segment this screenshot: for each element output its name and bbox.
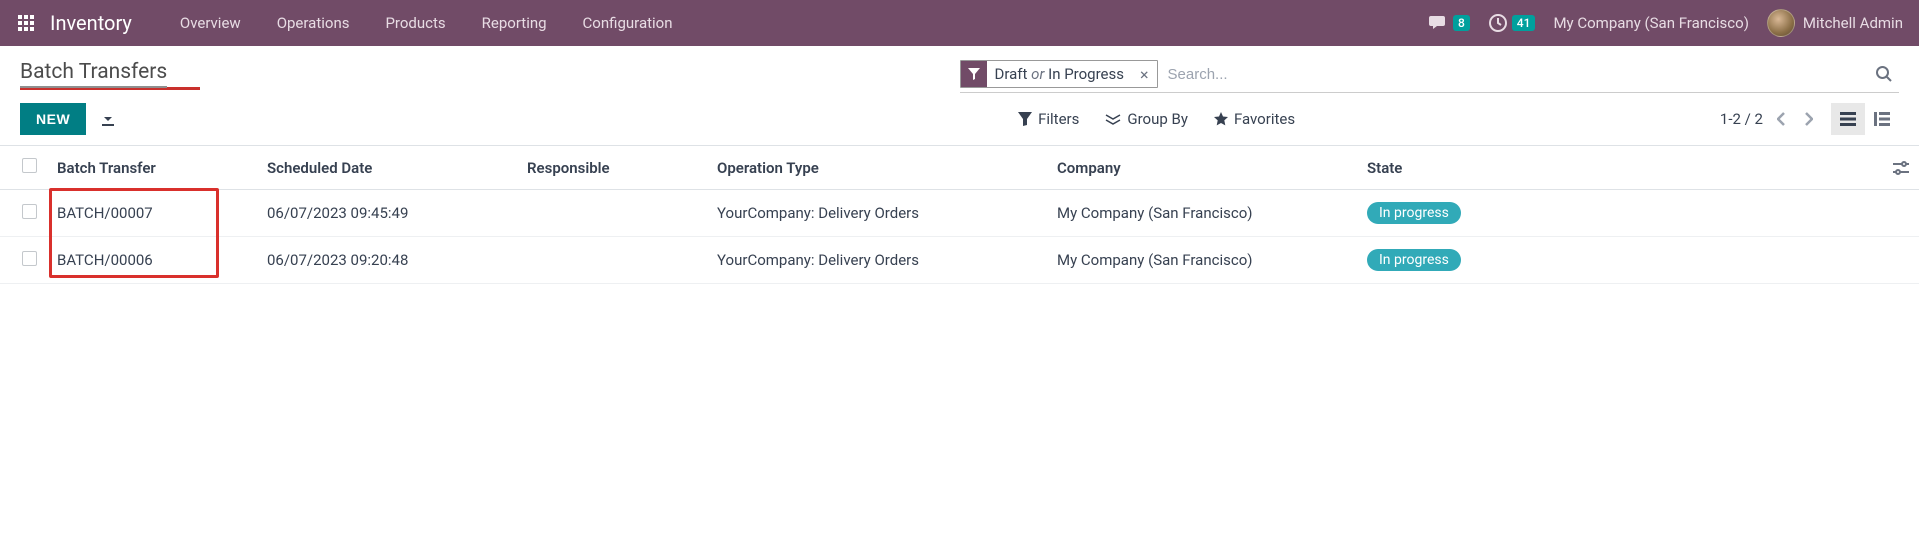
search-icon[interactable]	[1869, 65, 1899, 83]
company-selector[interactable]: My Company (San Francisco)	[1553, 14, 1748, 32]
menu-reporting[interactable]: Reporting	[464, 0, 565, 46]
search-bar: Draft or In Progress ×	[960, 60, 1900, 93]
table-row[interactable]: BATCH/00006 06/07/2023 09:20:48 YourComp…	[0, 237, 1919, 284]
favorites-button[interactable]: Favorites	[1214, 110, 1295, 128]
apps-icon[interactable]	[16, 13, 36, 33]
col-date[interactable]: Scheduled Date	[257, 146, 517, 190]
new-button[interactable]: NEW	[20, 103, 86, 135]
cell-optype: YourCompany: Delivery Orders	[707, 237, 1047, 284]
view-switcher	[1831, 103, 1899, 135]
menu-overview[interactable]: Overview	[162, 0, 259, 46]
funnel-icon	[961, 61, 987, 87]
cell-responsible	[517, 237, 707, 284]
cell-batch: BATCH/00007	[47, 190, 257, 237]
app-name[interactable]: Inventory	[50, 11, 132, 35]
cell-date: 06/07/2023 09:20:48	[257, 237, 517, 284]
cell-date: 06/07/2023 09:45:49	[257, 190, 517, 237]
download-icon[interactable]	[100, 111, 116, 127]
list-view-button[interactable]	[1831, 103, 1865, 135]
messages-icon[interactable]: 8	[1429, 14, 1470, 32]
col-responsible[interactable]: Responsible	[517, 146, 707, 190]
col-optype[interactable]: Operation Type	[707, 146, 1047, 190]
search-input[interactable]	[1158, 62, 1869, 87]
col-batch[interactable]: Batch Transfer	[47, 146, 257, 190]
pager-text[interactable]: 1-2 / 2	[1720, 110, 1763, 128]
state-badge: In progress	[1367, 202, 1461, 224]
column-settings-icon[interactable]	[1893, 161, 1909, 175]
filter-chip-draft-inprogress[interactable]: Draft or In Progress ×	[960, 60, 1158, 88]
cell-optype: YourCompany: Delivery Orders	[707, 190, 1047, 237]
pager: 1-2 / 2	[1720, 110, 1817, 128]
row-checkbox[interactable]	[22, 251, 37, 266]
cell-company: My Company (San Francisco)	[1047, 237, 1357, 284]
messages-badge: 8	[1453, 15, 1470, 31]
kanban-view-button[interactable]	[1865, 103, 1899, 135]
col-state[interactable]: State	[1357, 146, 1883, 190]
pager-next[interactable]	[1800, 112, 1817, 126]
top-navbar: Inventory Overview Operations Products R…	[0, 0, 1919, 46]
table-row[interactable]: BATCH/00007 06/07/2023 09:45:49 YourComp…	[0, 190, 1919, 237]
cell-batch: BATCH/00006	[47, 237, 257, 284]
avatar	[1767, 9, 1795, 37]
row-checkbox[interactable]	[22, 204, 37, 219]
state-badge: In progress	[1367, 249, 1461, 271]
filter-chip-remove[interactable]: ×	[1132, 65, 1157, 84]
menu-products[interactable]: Products	[367, 0, 463, 46]
cell-company: My Company (San Francisco)	[1047, 190, 1357, 237]
user-name: Mitchell Admin	[1803, 14, 1903, 32]
filter-chip-text: Draft or In Progress	[987, 65, 1132, 83]
col-company[interactable]: Company	[1047, 146, 1357, 190]
menu-operations[interactable]: Operations	[259, 0, 368, 46]
activities-badge: 41	[1512, 15, 1536, 31]
select-all-checkbox[interactable]	[22, 158, 37, 173]
filters-button[interactable]: Filters	[1018, 110, 1079, 128]
batch-transfers-table: Batch Transfer Scheduled Date Responsibl…	[0, 146, 1919, 284]
main-menu: Overview Operations Products Reporting C…	[162, 0, 691, 46]
user-menu[interactable]: Mitchell Admin	[1767, 9, 1903, 37]
table-header-row: Batch Transfer Scheduled Date Responsibl…	[0, 146, 1919, 190]
groupby-button[interactable]: Group By	[1105, 110, 1188, 128]
activities-icon[interactable]: 41	[1488, 13, 1536, 33]
cell-responsible	[517, 190, 707, 237]
pager-prev[interactable]	[1773, 112, 1790, 126]
menu-configuration[interactable]: Configuration	[565, 0, 691, 46]
breadcrumb[interactable]: Batch Transfers	[20, 60, 167, 88]
